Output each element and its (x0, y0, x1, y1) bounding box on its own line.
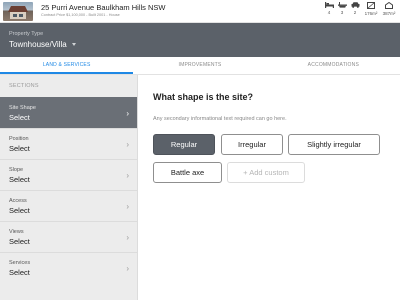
sidebar-item-value: Select (9, 113, 30, 122)
land-size-value: 176m² (364, 11, 378, 16)
question-help-text: Any secondary informational text require… (153, 116, 287, 122)
sidebar-item-position[interactable]: Position Select › (0, 128, 137, 159)
sidebar-item-views[interactable]: Views Select › (0, 221, 137, 252)
sidebar-item-value: Select (9, 144, 30, 153)
question-title: What shape is the site? (153, 92, 254, 102)
sections-sidebar: SECTIONS Site Shape Select › Position Se… (0, 75, 138, 300)
chevron-right-icon: › (126, 109, 129, 118)
chevron-right-icon: › (126, 140, 129, 149)
chevron-right-icon: › (126, 171, 129, 180)
chevron-right-icon: › (126, 264, 129, 273)
tab-accommodations[interactable]: ACCOMMODATIONS (267, 57, 400, 74)
property-subline: Contract Price $1,100,000 - Built 2001 -… (41, 13, 120, 17)
option-regular[interactable]: Regular (153, 134, 215, 155)
property-type-label: Property Type (9, 31, 44, 37)
feature-land-size: 176m² (361, 2, 381, 16)
sidebar-item-access[interactable]: Access Select › (0, 190, 137, 221)
sidebar-item-label: Position (9, 136, 29, 142)
sidebar-item-site-shape[interactable]: Site Shape Select › (0, 97, 137, 128)
property-thumbnail[interactable] (3, 2, 33, 21)
sidebar-item-services[interactable]: Services Select › (0, 252, 137, 283)
chevron-right-icon: › (126, 202, 129, 211)
land-size-icon (367, 2, 375, 9)
sidebar-item-value: Select (9, 237, 30, 246)
tab-improvements[interactable]: IMPROVEMENTS (133, 57, 266, 74)
question-panel: What shape is the site? Any secondary in… (138, 75, 400, 300)
caret-down-icon (72, 43, 76, 46)
chevron-right-icon: › (126, 233, 129, 242)
sidebar-item-label: Services (9, 260, 31, 266)
sidebar-item-slope[interactable]: Slope Select › (0, 159, 137, 190)
sidebar-item-label: Site Shape (9, 105, 36, 111)
option-irregular[interactable]: Irregular (221, 134, 283, 155)
property-address: 25 Purri Avenue Baulkham Hills NSW (41, 3, 166, 12)
floor-area-value: 387m² (382, 11, 396, 16)
app-window: 25 Purri Avenue Baulkham Hills NSW Contr… (0, 0, 400, 300)
option-battle-axe[interactable]: Battle axe (153, 162, 222, 183)
floor-area-icon (385, 2, 393, 9)
tab-bar: LAND & SERVICES IMPROVEMENTS ACCOMMODATI… (0, 57, 400, 75)
add-custom-button[interactable]: + Add custom (227, 162, 305, 183)
car-icon (351, 2, 359, 8)
listing-header: 25 Purri Avenue Baulkham Hills NSW Contr… (0, 0, 400, 23)
option-slightly-irregular[interactable]: Slightly irregular (288, 134, 380, 155)
sidebar-item-value: Select (9, 175, 30, 184)
tab-land-and-services[interactable]: LAND & SERVICES (0, 57, 134, 74)
sidebar-item-value: Select (9, 206, 30, 215)
sidebar-item-label: Slope (9, 167, 24, 173)
sidebar-item-label: Views (9, 229, 24, 235)
sidebar-item-label: Access (9, 198, 27, 204)
property-type-value: Townhouse/Villa (9, 40, 67, 49)
property-type-selector[interactable]: Property Type Townhouse/Villa (0, 23, 400, 57)
sections-heading: SECTIONS (9, 83, 39, 89)
feature-floor-area: 387m² (379, 2, 399, 16)
sidebar-item-value: Select (9, 268, 30, 277)
